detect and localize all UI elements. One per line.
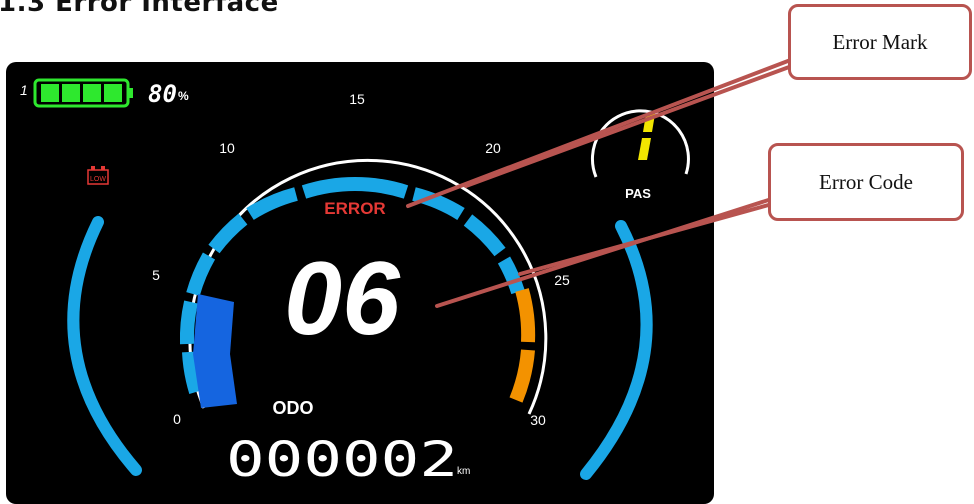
- odo-value: 000002: [226, 432, 458, 488]
- display-graphics: 1 80 % LOW 0 5 10 15 20 25 30 ERROR 06 P…: [20, 78, 690, 488]
- error-code-text: 06: [284, 241, 401, 357]
- scale-label-5: 5: [152, 267, 160, 283]
- pas-label: PAS: [625, 186, 651, 201]
- right-side-arc: [580, 220, 653, 480]
- scale-label-0: 0: [173, 411, 181, 427]
- odo-label: ODO: [272, 398, 313, 418]
- speed-fill-bar: [193, 294, 237, 408]
- battery-percent-unit: %: [178, 89, 189, 103]
- battery-level-indicator: 1: [20, 82, 28, 98]
- scale-label-10: 10: [219, 140, 235, 156]
- scale-label-15: 15: [349, 91, 365, 107]
- low-battery-icon: LOW: [87, 166, 109, 185]
- scale-label-25: 25: [554, 272, 570, 288]
- scale-label-30: 30: [530, 412, 546, 428]
- pas-gauge-arc: [590, 109, 690, 178]
- battery-percent: 80: [148, 80, 177, 108]
- ebike-display-screen: 1 80 % LOW 0 5 10 15 20 25 30 ERROR 06 P…: [6, 62, 714, 504]
- scale-label-20: 20: [485, 140, 501, 156]
- battery-icon: [33, 78, 133, 108]
- error-code-callout: Error Code: [768, 143, 964, 221]
- low-battery-label: LOW: [90, 176, 106, 183]
- error-mark-text: ERROR: [324, 199, 385, 218]
- battery-segment-1: [41, 84, 59, 102]
- battery-segment-4: [104, 84, 122, 102]
- speed-scale-warning-segments: [509, 288, 536, 403]
- error-mark-callout: Error Mark: [788, 4, 972, 80]
- battery-segment-3: [83, 84, 101, 102]
- battery-segment-2: [62, 84, 80, 102]
- odo-unit: km: [457, 466, 470, 477]
- section-title: 1.3 Error Interface: [0, 0, 279, 18]
- pas-level-indicator: [638, 114, 655, 160]
- left-side-arc: [67, 216, 142, 476]
